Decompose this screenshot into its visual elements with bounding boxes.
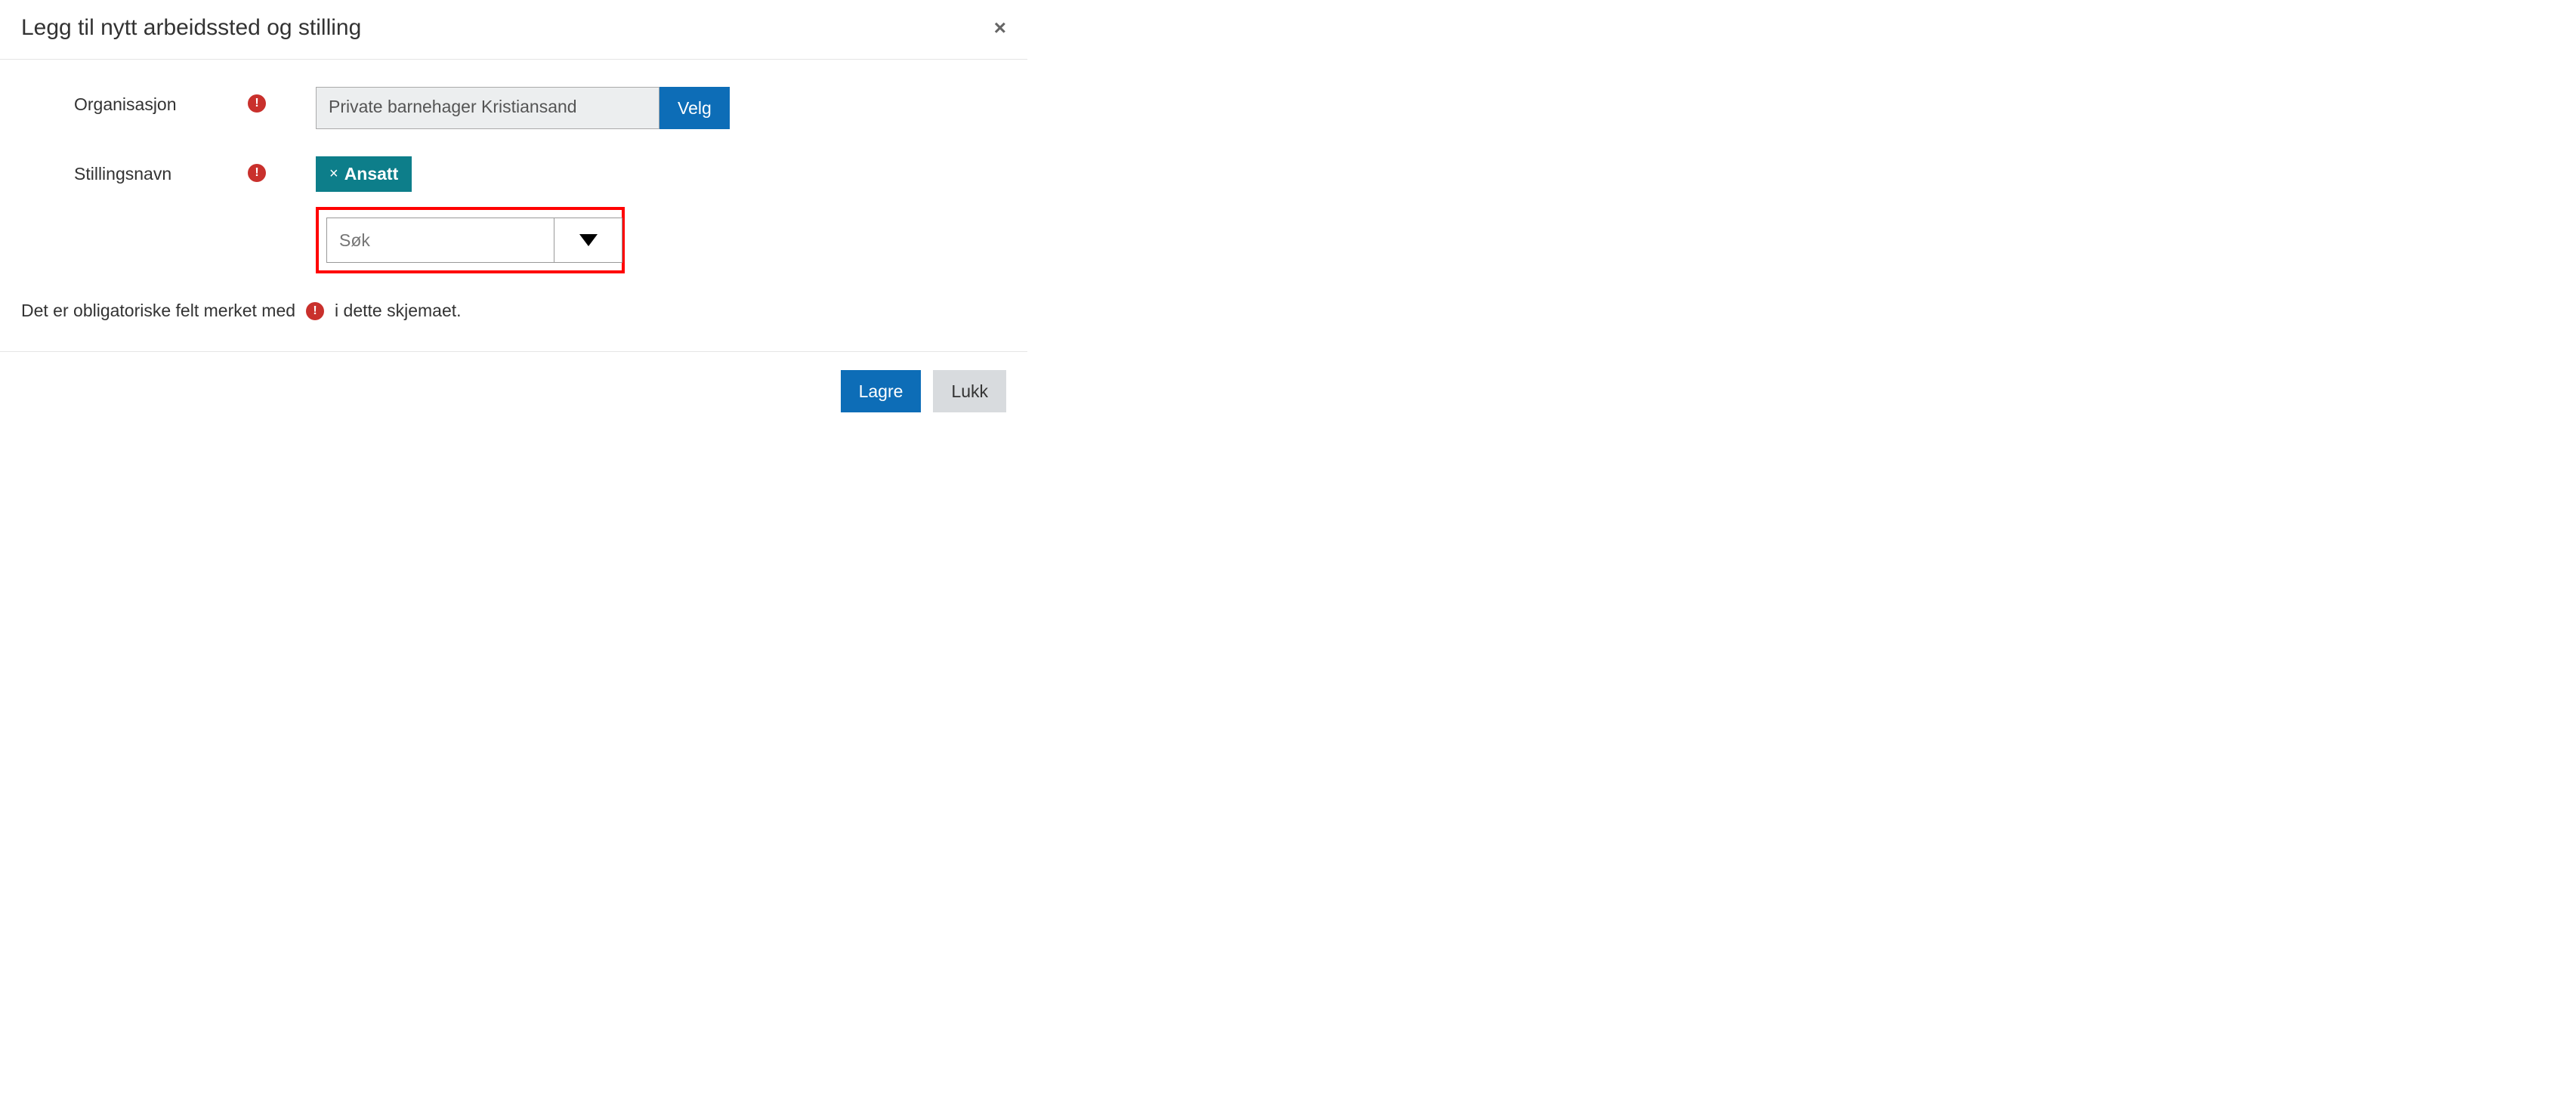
search-highlight: [316, 207, 625, 273]
save-button[interactable]: Lagre: [841, 370, 922, 412]
stillingsnavn-search-combo: [326, 218, 622, 263]
label-organisasjon: Organisasjon: [74, 94, 177, 115]
search-input[interactable]: [327, 218, 554, 262]
stillingsnavn-tag: × Ansatt: [316, 156, 412, 192]
dialog-title: Legg til nytt arbeidssted og stilling: [21, 15, 361, 41]
tag-remove-icon[interactable]: ×: [329, 165, 338, 183]
required-icon: !: [248, 94, 266, 113]
dialog-header: Legg til nytt arbeidssted og stilling ×: [0, 0, 1027, 60]
organisasjon-input-group: Private barnehager Kristiansand Velg: [316, 87, 1006, 129]
required-icon: !: [306, 302, 324, 320]
note-suffix: i dette skjemaet.: [335, 301, 461, 321]
tag-label: Ansatt: [344, 164, 399, 184]
row-organisasjon: Organisasjon ! Private barnehager Kristi…: [21, 87, 1006, 129]
mandatory-note: Det er obligatoriske felt merket med ! i…: [21, 301, 1006, 336]
add-workplace-dialog: Legg til nytt arbeidssted og stilling × …: [0, 0, 1027, 431]
organisasjon-field: Private barnehager Kristiansand: [316, 87, 659, 129]
label-stillingsnavn: Stillingsnavn: [74, 164, 171, 184]
dialog-footer: Lagre Lukk: [0, 351, 1027, 431]
required-icon: !: [248, 164, 266, 182]
row-stillingsnavn: Stillingsnavn ! × Ansatt: [21, 156, 1006, 273]
dialog-body: Organisasjon ! Private barnehager Kristi…: [0, 60, 1027, 351]
chevron-down-icon: [579, 234, 598, 246]
close-button[interactable]: Lukk: [933, 370, 1006, 412]
note-prefix: Det er obligatoriske felt merket med: [21, 301, 295, 321]
close-icon[interactable]: ×: [994, 17, 1006, 39]
velg-button[interactable]: Velg: [659, 87, 730, 129]
search-dropdown-toggle[interactable]: [554, 218, 622, 262]
